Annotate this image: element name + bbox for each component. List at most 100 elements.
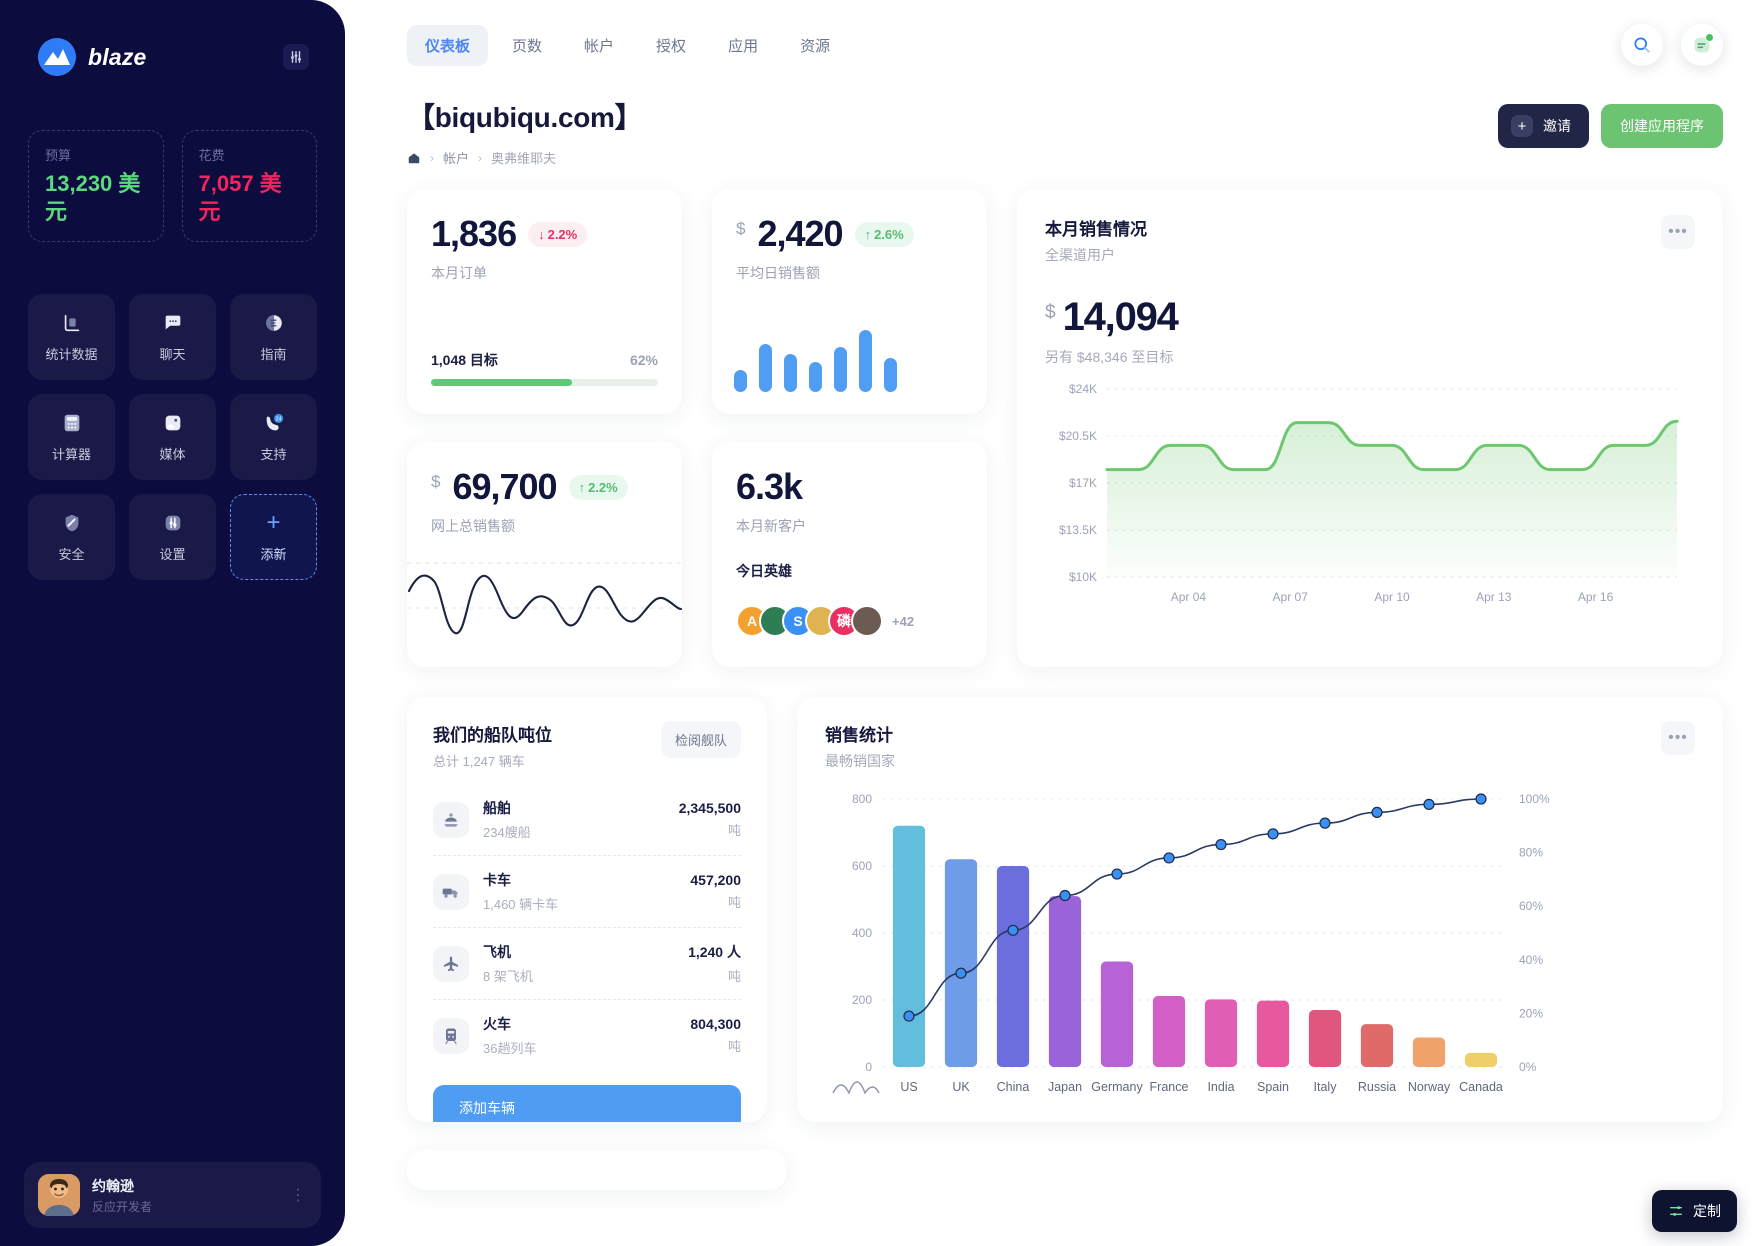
- train-icon: [433, 1017, 469, 1054]
- avg-label: 平均日销售额: [736, 265, 820, 281]
- table-row[interactable]: 飞机 8 架飞机 1,240 人 吨: [433, 928, 741, 1000]
- user-menu-icon[interactable]: ⋮: [290, 1185, 307, 1205]
- fleet-row-unit: 吨: [727, 823, 741, 838]
- table-row[interactable]: 卡车 1,460 辆卡车 457,200 吨: [433, 856, 741, 928]
- review-fleet-button[interactable]: 检阅舰队: [660, 721, 741, 758]
- avg-daily-minibars: [734, 324, 973, 392]
- tab-resources[interactable]: 资源: [782, 25, 848, 66]
- avg-badge: ↑ 2.6%: [854, 221, 914, 247]
- table-row[interactable]: 火车 36趟列车 804,300 吨: [433, 1000, 741, 1071]
- search-button[interactable]: [1621, 24, 1663, 66]
- sidebar-item-calculator[interactable]: 计算器: [28, 394, 115, 480]
- fleet-row-name: 飞机: [483, 944, 511, 960]
- svg-text:Canada: Canada: [1459, 1080, 1503, 1094]
- table-row[interactable]: 船舶 234艘船 2,345,500 吨: [433, 784, 741, 856]
- fleet-row-values: 457,200 吨: [690, 872, 741, 911]
- spend-card[interactable]: 花费 7,057 美元: [181, 130, 317, 242]
- page-title: 【biqubiqu.com】: [407, 102, 643, 133]
- svg-text:0%: 0%: [1519, 1060, 1537, 1074]
- avg-currency: $: [736, 219, 746, 238]
- minibar: [784, 354, 797, 392]
- create-app-button[interactable]: 创建应用程序: [1601, 104, 1723, 148]
- sidebar-item-label: 指南: [260, 347, 287, 362]
- search-icon: [1632, 35, 1652, 55]
- fleet-list: 船舶 234艘船 2,345,500 吨 卡车 1,460 辆卡车 457,20…: [433, 784, 741, 1071]
- svg-text:400: 400: [852, 926, 872, 940]
- kpi-row-1: 1,836 ↓ 2.2% 本月订单 1,048 目标 62% $ 2,420 ↑…: [407, 189, 987, 414]
- heroes-more-count: +42: [892, 613, 915, 629]
- orders-badge-value: 2.2%: [547, 226, 578, 242]
- shield-icon: [60, 511, 84, 535]
- breadcrumb-item-accounts[interactable]: 帐户: [443, 148, 469, 167]
- sidebar-item-media[interactable]: 媒体: [129, 394, 216, 480]
- sidebar-brand-row: blaze: [24, 24, 321, 76]
- sidebar-item-stats[interactable]: 统计数据: [28, 294, 115, 380]
- sidebar-item-add[interactable]: + 添新: [230, 494, 317, 580]
- fleet-row-value: 2,345,500: [678, 800, 741, 816]
- svg-text:$10K: $10K: [1069, 570, 1097, 584]
- orders-badge: ↓ 2.2%: [528, 221, 588, 247]
- sidebar-user-card[interactable]: 约翰逊 反应开发者 ⋮: [24, 1162, 321, 1228]
- fleet-row-names: 火车 36趟列车: [483, 1014, 536, 1057]
- svg-text:Apr 10: Apr 10: [1374, 590, 1410, 604]
- brand[interactable]: blaze: [38, 38, 147, 76]
- fleet-row-values: 804,300 吨: [690, 1016, 741, 1055]
- notes-button[interactable]: [1681, 24, 1723, 66]
- budget-card[interactable]: 预算 13,230 美元: [28, 130, 164, 242]
- sales-stats-head: 销售统计 最畅销国家 •••: [825, 721, 1695, 771]
- new-cust-top: 6.3k: [736, 466, 963, 508]
- monthly-sales-value: 14,094: [1062, 295, 1179, 339]
- compass-icon: [262, 311, 286, 335]
- online-badge: ↑ 2.2%: [568, 474, 628, 500]
- card-avg-daily: $ 2,420 ↑ 2.6% 平均日销售额: [712, 189, 987, 414]
- card-fleet: 我们的船队吨位 总计 1,247 辆车 检阅舰队 船舶 234艘船 2,345,…: [407, 697, 767, 1122]
- home-icon[interactable]: [407, 151, 421, 165]
- sidebar-item-guide[interactable]: 指南: [230, 294, 317, 380]
- svg-text:US: US: [900, 1080, 917, 1094]
- monthly-sales-currency: $: [1045, 302, 1056, 323]
- sales-stats-menu-button[interactable]: •••: [1661, 721, 1695, 755]
- monthly-sales-menu-button[interactable]: •••: [1661, 215, 1695, 249]
- sidebar-item-label: 支持: [260, 447, 287, 462]
- tab-authorization[interactable]: 授权: [638, 25, 704, 66]
- monthly-sales-amount: $ 14,094: [1045, 295, 1695, 340]
- chat-icon: [161, 311, 185, 335]
- online-value: 69,700: [452, 466, 557, 507]
- fleet-row-names: 卡车 1,460 辆卡车: [483, 870, 558, 913]
- tab-apps[interactable]: 应用: [710, 25, 776, 66]
- sidebar-item-label: 设置: [159, 547, 186, 562]
- sales-stats-subtitle: 最畅销国家: [825, 753, 895, 769]
- sidebar-item-label: 添新: [260, 547, 287, 562]
- sidebar-item-settings[interactable]: 设置: [129, 494, 216, 580]
- tab-pages[interactable]: 页数: [494, 25, 560, 66]
- svg-text:200: 200: [852, 993, 872, 1007]
- new-customers-value: 6.3k: [736, 466, 803, 507]
- spend-label: 花费: [198, 148, 225, 163]
- invite-button[interactable]: + 邀请: [1498, 104, 1589, 148]
- plus-icon: +: [266, 509, 281, 536]
- app-root: blaze 预算 13,230 美元 花费 7,057 美元 统计数据 聊天 指…: [0, 0, 1753, 1246]
- plane-icon: [433, 945, 469, 982]
- avatar[interactable]: [851, 605, 883, 637]
- sidebar-item-chat[interactable]: 聊天: [129, 294, 216, 380]
- card-orders: 1,836 ↓ 2.2% 本月订单 1,048 目标 62%: [407, 189, 682, 414]
- sidebar-sliders-icon[interactable]: [283, 44, 309, 70]
- heroes-avatars[interactable]: A S 磷 +42: [736, 605, 914, 637]
- orders-goal-pct: 62%: [629, 352, 658, 368]
- monthly-sales-title: 本月销售情况: [1045, 220, 1147, 239]
- monthly-sales-head: 本月销售情况 全渠道用户 •••: [1045, 215, 1695, 265]
- add-vehicle-button[interactable]: 添加车辆: [433, 1085, 741, 1122]
- sales-stats-title: 销售统计: [825, 726, 893, 745]
- tab-dashboard[interactable]: 仪表板: [407, 24, 489, 66]
- customize-button[interactable]: 定制: [1652, 1190, 1737, 1232]
- image-icon: [161, 411, 185, 435]
- avatar: [38, 1174, 80, 1216]
- svg-text:80%: 80%: [1519, 846, 1543, 860]
- svg-text:$13.5K: $13.5K: [1059, 523, 1097, 537]
- sidebar-item-support[interactable]: 24 支持: [230, 394, 317, 480]
- main-content: 仪表板 页数 帐户 授权 应用 资源 【biqubiqu.com】 › 帐户 ›…: [345, 0, 1753, 1246]
- tab-accounts[interactable]: 帐户: [566, 25, 632, 66]
- sidebar-item-security[interactable]: 安全: [28, 494, 115, 580]
- svg-text:24: 24: [275, 417, 281, 423]
- truck-icon: [433, 873, 469, 910]
